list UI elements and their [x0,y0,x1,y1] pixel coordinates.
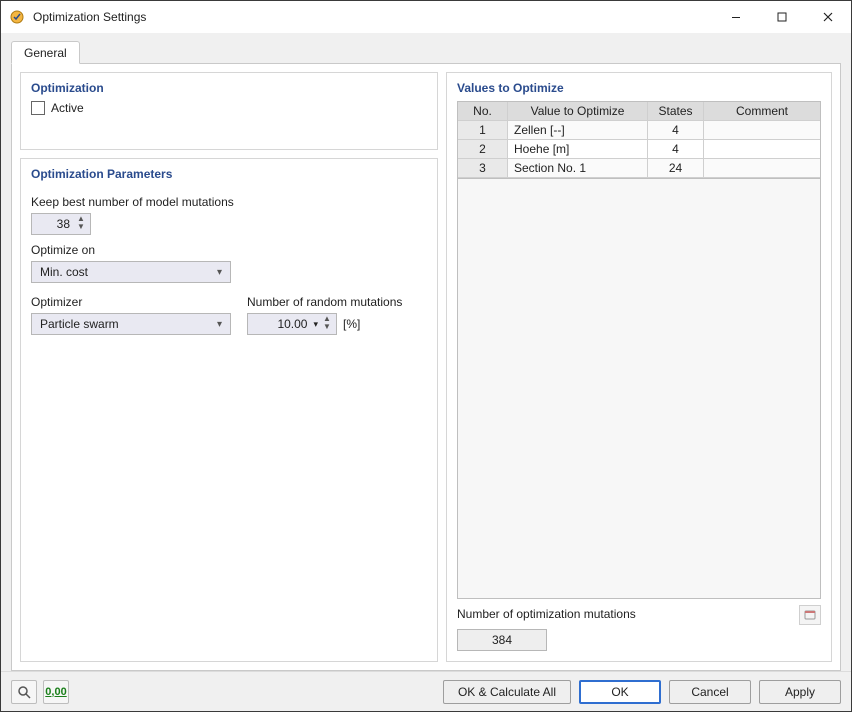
col-states[interactable]: States [648,102,704,121]
titlebar: Optimization Settings [1,1,851,33]
tab-panel-general: Optimization Active Optimization Paramet… [11,63,841,671]
random-mutations-unit: [%] [343,317,360,331]
active-label: Active [51,101,84,115]
random-mutations-label: Number of random mutations [247,295,427,309]
table-row[interactable]: 3 Section No. 1 24 [458,159,820,178]
units-badge-text: 0,00 [45,686,66,698]
cell-value: Zellen [--] [508,121,648,140]
col-value[interactable]: Value to Optimize [508,102,648,121]
cell-no: 1 [458,121,508,140]
group-values-to-optimize-title: Values to Optimize [457,81,821,95]
optimize-on-value: Min. cost [40,265,88,279]
group-values-to-optimize: Values to Optimize No. Value to Optimize… [446,72,832,662]
cell-comment [704,121,820,140]
tabstrip: General [11,39,841,63]
app-icon [9,9,25,25]
help-button[interactable] [11,680,37,704]
edit-values-button[interactable] [799,605,821,625]
cell-states: 4 [648,140,704,159]
units-button[interactable]: 0,00 [43,680,69,704]
left-column: Optimization Active Optimization Paramet… [20,72,438,662]
optimizer-value: Particle swarm [40,317,119,331]
col-no[interactable]: No. [458,102,508,121]
client-area: General Optimization Active Optimization… [1,33,851,671]
values-table: No. Value to Optimize States Comment 1 Z… [457,101,821,179]
keep-best-spinner[interactable]: 38 ▲ ▼ [31,213,91,235]
cell-comment [704,159,820,178]
optimization-settings-window: Optimization Settings General Optimizati… [0,0,852,712]
spin-down-icon[interactable]: ▼ [322,324,332,332]
group-optimization-parameters: Optimization Parameters Keep best number… [20,158,438,662]
table-empty-area [457,179,821,599]
cancel-button[interactable]: Cancel [669,680,751,704]
chevron-down-icon: ▾ [217,319,222,330]
col-comment[interactable]: Comment [704,102,820,121]
optimize-on-select[interactable]: Min. cost ▾ [31,261,231,283]
keep-best-value: 38 [42,217,76,231]
table-row[interactable]: 2 Hoehe [m] 4 [458,140,820,159]
cell-no: 2 [458,140,508,159]
table-header: No. Value to Optimize States Comment [458,102,820,121]
optimize-on-label: Optimize on [31,243,427,257]
optimizer-label: Optimizer [31,295,231,309]
spin-down-icon[interactable]: ▼ [76,224,86,232]
apply-button[interactable]: Apply [759,680,841,704]
keep-best-label: Keep best number of model mutations [31,195,427,209]
group-optimization: Optimization Active [20,72,438,150]
cell-value: Hoehe [m] [508,140,648,159]
optimizer-select[interactable]: Particle swarm ▾ [31,313,231,335]
random-mutations-spinner[interactable]: 10.00 ▾ ▲ ▼ [247,313,337,335]
maximize-button[interactable] [759,1,805,33]
random-mutations-value: 10.00 [262,317,313,331]
cell-states: 24 [648,159,704,178]
group-optimization-parameters-title: Optimization Parameters [31,167,427,181]
group-optimization-title: Optimization [31,81,427,95]
cell-comment [704,140,820,159]
minimize-button[interactable] [713,1,759,33]
cell-value: Section No. 1 [508,159,648,178]
ok-button[interactable]: OK [579,680,661,704]
cell-states: 4 [648,121,704,140]
table-row[interactable]: 1 Zellen [--] 4 [458,121,820,140]
cell-no: 3 [458,159,508,178]
chevron-down-icon: ▾ [217,267,222,278]
window-title: Optimization Settings [33,10,146,24]
ok-calculate-all-button[interactable]: OK & Calculate All [443,680,571,704]
tab-general[interactable]: General [11,41,80,64]
right-column: Values to Optimize No. Value to Optimize… [446,72,832,662]
num-mutations-label: Number of optimization mutations [457,607,799,621]
dialog-footer: 0,00 OK & Calculate All OK Cancel Apply [1,671,851,711]
num-mutations-value: 384 [457,629,547,651]
active-checkbox[interactable] [31,101,45,115]
chevron-down-icon[interactable]: ▾ [313,319,318,330]
close-button[interactable] [805,1,851,33]
